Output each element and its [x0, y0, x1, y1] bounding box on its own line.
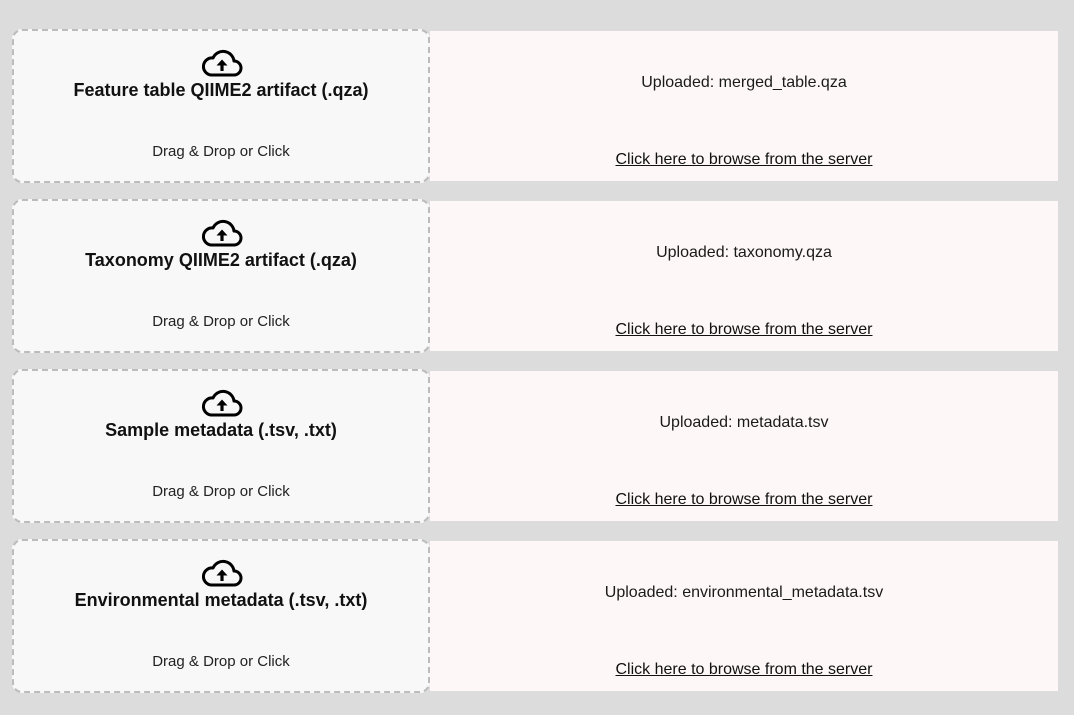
cloud-upload-icon	[202, 219, 243, 247]
browse-server-link[interactable]: Click here to browse from the server	[430, 321, 1058, 339]
uploaded-file-status: Uploaded: taxonomy.qza	[656, 244, 832, 261]
upload-status-panel: Uploaded: merged_table.qza Click here to…	[430, 31, 1058, 181]
uploaded-file-status: Uploaded: environmental_metadata.tsv	[604, 584, 884, 601]
feature-table-dropzone[interactable]: Feature table QIIME2 artifact (.qza) Dra…	[12, 29, 430, 183]
dropzone-hint: Drag & Drop or Click	[152, 313, 290, 330]
sample-metadata-dropzone[interactable]: Sample metadata (.tsv, .txt) Drag & Drop…	[12, 369, 430, 523]
dropzone-title: Sample metadata (.tsv, .txt)	[105, 420, 337, 440]
dropzone-hint: Drag & Drop or Click	[152, 143, 290, 160]
dropzone-title: Environmental metadata (.tsv, .txt)	[74, 590, 368, 610]
cloud-upload-icon	[202, 389, 243, 417]
upload-row-feature-table: Feature table QIIME2 artifact (.qza) Dra…	[12, 29, 1058, 183]
taxonomy-dropzone[interactable]: Taxonomy QIIME2 artifact (.qza) Drag & D…	[12, 199, 430, 353]
uploaded-file-status: Uploaded: merged_table.qza	[641, 74, 847, 91]
upload-status-panel: Uploaded: environmental_metadata.tsv Cli…	[430, 541, 1058, 691]
browse-server-link[interactable]: Click here to browse from the server	[430, 151, 1058, 169]
upload-row-environmental-metadata: Environmental metadata (.tsv, .txt) Drag…	[12, 539, 1058, 693]
uploaded-file-status: Uploaded: metadata.tsv	[659, 414, 829, 431]
dropzone-hint: Drag & Drop or Click	[152, 653, 290, 670]
dropzone-title: Feature table QIIME2 artifact (.qza)	[73, 80, 369, 100]
upload-row-sample-metadata: Sample metadata (.tsv, .txt) Drag & Drop…	[12, 369, 1058, 523]
cloud-upload-icon	[202, 559, 243, 587]
cloud-upload-icon	[202, 49, 243, 77]
environmental-metadata-dropzone[interactable]: Environmental metadata (.tsv, .txt) Drag…	[12, 539, 430, 693]
upload-status-panel: Uploaded: metadata.tsv Click here to bro…	[430, 371, 1058, 521]
dropzone-title: Taxonomy QIIME2 artifact (.qza)	[85, 250, 357, 270]
upload-row-taxonomy: Taxonomy QIIME2 artifact (.qza) Drag & D…	[12, 199, 1058, 353]
browse-server-link[interactable]: Click here to browse from the server	[430, 491, 1058, 509]
dropzone-hint: Drag & Drop or Click	[152, 483, 290, 500]
browse-server-link[interactable]: Click here to browse from the server	[430, 661, 1058, 679]
upload-status-panel: Uploaded: taxonomy.qza Click here to bro…	[430, 201, 1058, 351]
